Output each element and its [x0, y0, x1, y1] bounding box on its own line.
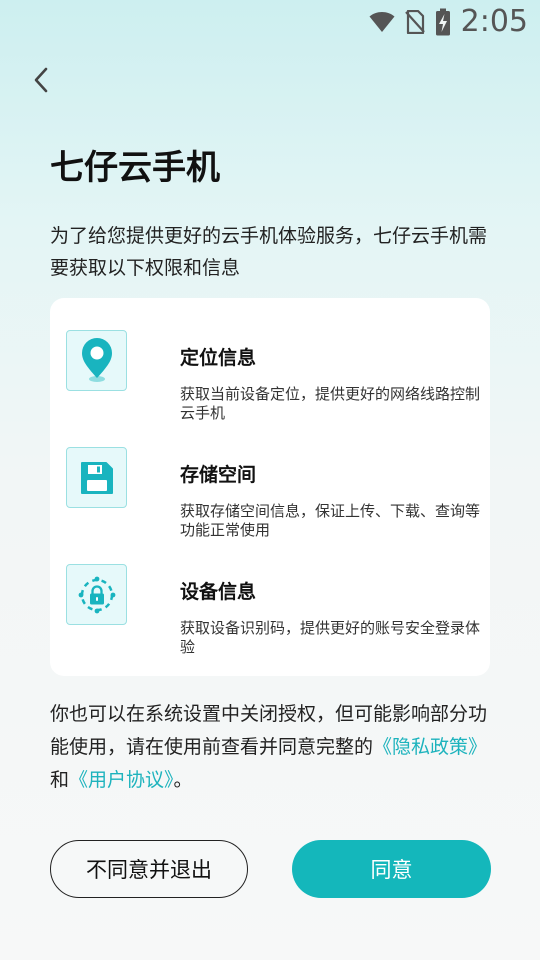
chevron-left-icon: [31, 65, 53, 99]
permission-title: 存储空间: [180, 464, 257, 486]
note-end: 。: [173, 769, 193, 791]
permission-title: 定位信息: [180, 347, 257, 369]
note-and: 和: [50, 769, 70, 791]
disagree-exit-button[interactable]: 不同意并退出: [50, 840, 248, 898]
permission-item-storage: 存储空间 获取存储空间信息，保证上传、下载、查询等功能正常使用: [66, 431, 480, 539]
wifi-icon: [369, 11, 395, 33]
agree-button[interactable]: 同意: [292, 840, 491, 898]
intro-text: 为了给您提供更好的云手机体验服务，七仔云手机需要获取以下权限和信息: [50, 225, 488, 279]
page-title: 七仔云手机: [50, 148, 220, 188]
permission-desc: 获取存储空间信息，保证上传、下载、查询等功能正常使用: [180, 502, 481, 539]
status-time: 2:05: [460, 4, 528, 39]
device-lock-icon: [66, 564, 127, 625]
no-sim-icon: [404, 9, 425, 34]
user-agreement-link[interactable]: 《用户协议》: [69, 769, 174, 791]
permission-desc: 获取设备识别码，提供更好的账号安全登录体验: [180, 619, 481, 656]
floppy-disk-icon: [66, 447, 127, 508]
permission-item-location: 定位信息 获取当前设备定位，提供更好的网络线路控制云手机: [66, 314, 480, 422]
location-pin-icon: [66, 330, 127, 391]
status-bar: 2:05: [0, 0, 540, 44]
back-button[interactable]: [22, 62, 62, 102]
status-icons: 2:05: [369, 4, 528, 39]
permission-desc: 获取当前设备定位，提供更好的网络线路控制云手机: [180, 385, 481, 422]
permission-title: 设备信息: [180, 581, 257, 603]
authorization-note: 你也可以在系统设置中关闭授权，但可能影响部分功能使用，请在使用前查看并同意完整的…: [50, 698, 500, 797]
privacy-policy-link[interactable]: 《隐私政策》: [373, 736, 487, 758]
permission-item-device: 设备信息 获取设备识别码，提供更好的账号安全登录体验: [66, 548, 480, 656]
battery-charging-icon: [435, 8, 451, 36]
permissions-card: 定位信息 获取当前设备定位，提供更好的网络线路控制云手机 存储空间 获取存储空间…: [50, 298, 490, 676]
